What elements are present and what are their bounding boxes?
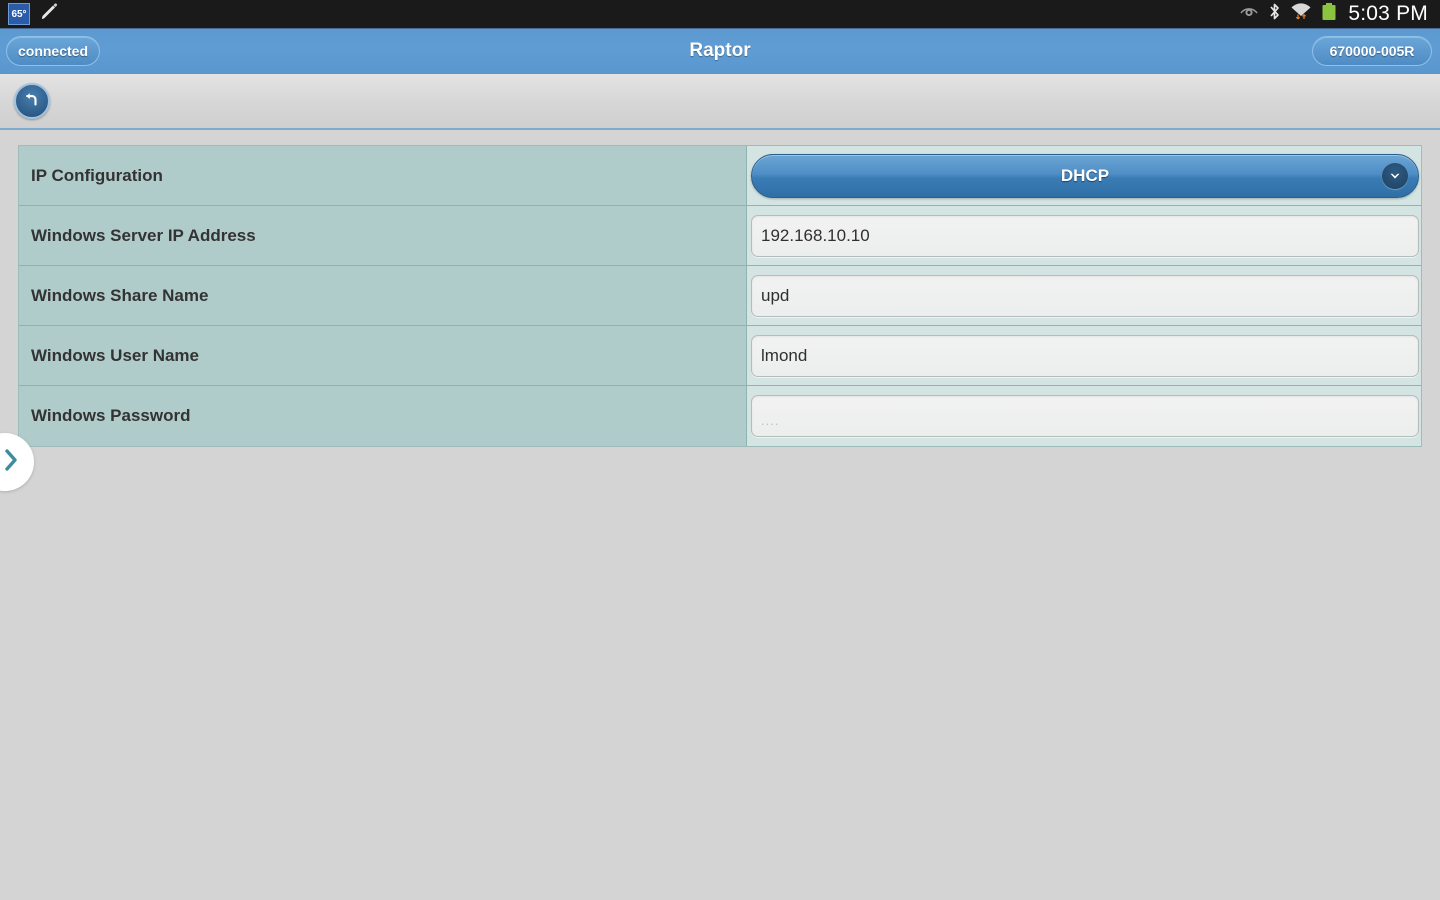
serial-number-badge[interactable]: 670000-005R [1312, 35, 1432, 66]
battery-icon [1321, 2, 1337, 27]
windows-server-ip-input[interactable]: 192.168.10.10 [751, 214, 1419, 257]
back-button[interactable] [14, 83, 50, 119]
windows-password-input[interactable]: .... [751, 395, 1419, 437]
row-value-cell: lmond [747, 326, 1421, 385]
temperature-badge-icon: 65° [8, 3, 30, 25]
form-row-share-name: Windows Share Name upd [19, 266, 1421, 326]
back-undo-icon [21, 88, 43, 115]
row-label: Windows Password [19, 386, 747, 446]
row-value-cell: upd [747, 266, 1421, 325]
windows-share-name-input[interactable]: upd [751, 274, 1419, 317]
toolbar [0, 72, 1440, 130]
chevron-right-icon [3, 446, 21, 479]
settings-form-panel: IP Configuration DHCP Windows Server IP … [18, 145, 1422, 447]
android-status-bar: 65° 5:03 PM [0, 0, 1440, 28]
ip-configuration-dropdown[interactable]: DHCP [751, 153, 1419, 198]
page-title: Raptor [689, 39, 751, 61]
wifi-icon [1290, 2, 1312, 26]
row-label: IP Configuration [19, 146, 747, 205]
windows-user-name-input[interactable]: lmond [751, 334, 1419, 377]
row-label: Windows Share Name [19, 266, 747, 325]
form-row-ip-configuration: IP Configuration DHCP [19, 146, 1421, 206]
app-root: 65° 5:03 PM connected Raptor 670000-005R… [0, 0, 1440, 900]
eye-icon [1239, 4, 1259, 25]
row-value-cell: .... [747, 386, 1421, 446]
row-value-cell: 192.168.10.10 [747, 206, 1421, 265]
status-bar-clock: 5:03 PM [1348, 2, 1428, 25]
row-label: Windows Server IP Address [19, 206, 747, 265]
app-title-bar: connected Raptor 670000-005R [0, 28, 1440, 72]
row-label: Windows User Name [19, 326, 747, 385]
status-bar-system-icons: 5:03 PM [1239, 2, 1432, 27]
bluetooth-icon [1268, 2, 1281, 26]
form-row-user-name: Windows User Name lmond [19, 326, 1421, 386]
dropdown-selected-value: DHCP [1060, 165, 1110, 185]
pencil-icon [38, 1, 60, 28]
form-row-server-ip: Windows Server IP Address 192.168.10.10 [19, 206, 1421, 266]
row-value-cell: DHCP [747, 146, 1421, 205]
form-row-password: Windows Password .... [19, 386, 1421, 446]
status-bar-notifications: 65° [8, 1, 60, 28]
chevron-down-icon[interactable] [1382, 162, 1408, 189]
